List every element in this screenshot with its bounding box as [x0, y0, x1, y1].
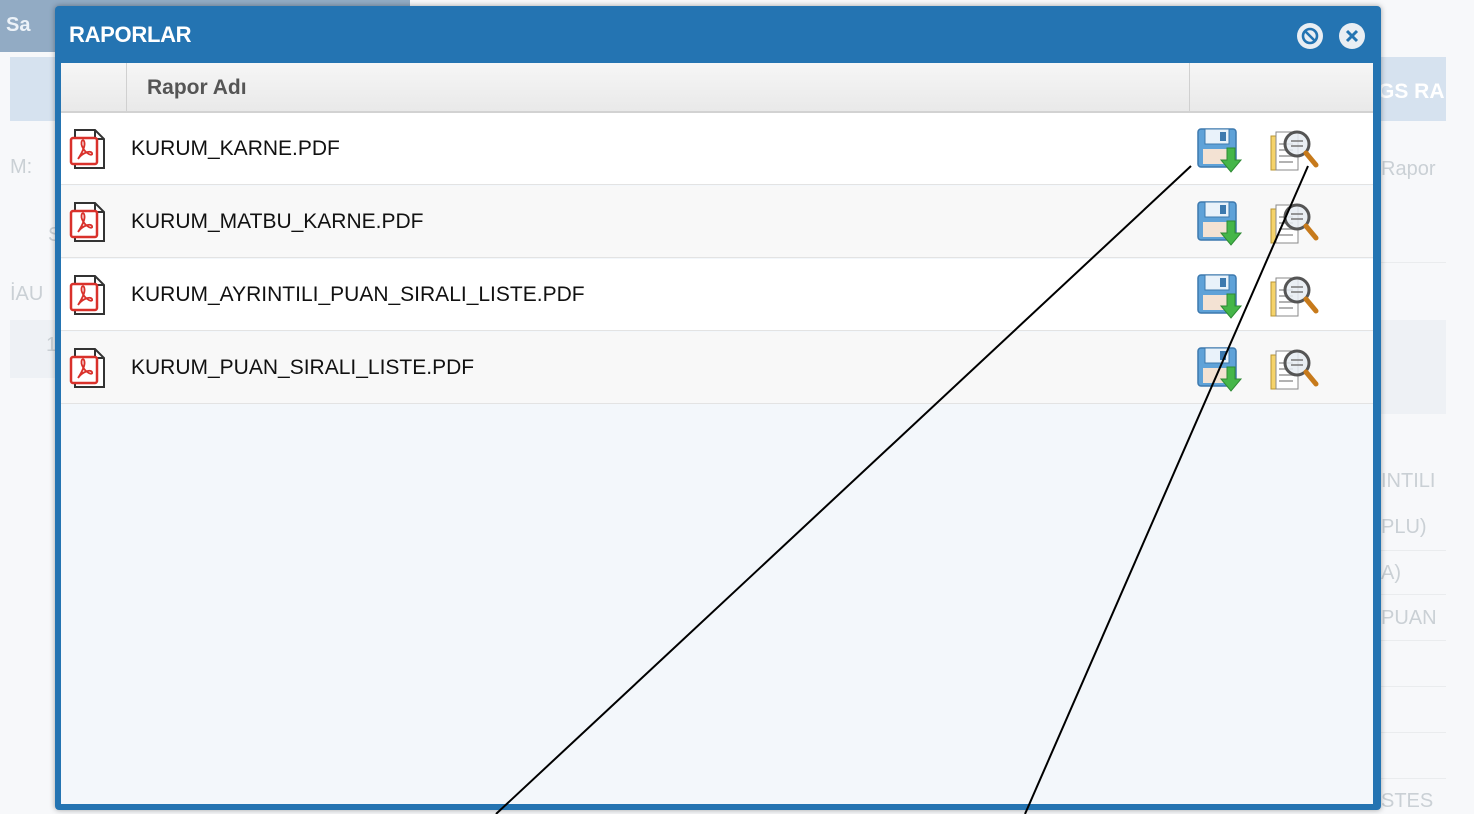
close-button[interactable] — [1339, 23, 1365, 49]
reports-dialog: RAPORLAR Rapor Adı KURUM_KARNE.PDF KURUM… — [55, 6, 1381, 810]
report-file-name[interactable]: KURUM_KARNE.PDF — [131, 137, 340, 161]
document-magnifier-icon[interactable] — [1267, 343, 1319, 395]
column-separator — [1189, 63, 1190, 111]
document-magnifier-icon[interactable] — [1267, 270, 1319, 322]
pdf-file-icon — [69, 348, 105, 388]
column-header-rapor-adi[interactable]: Rapor Adı — [147, 76, 247, 100]
dialog-content: Rapor Adı KURUM_KARNE.PDF KURUM_MATBU_KA… — [61, 63, 1373, 804]
report-row[interactable]: KURUM_PUAN_SIRALI_LISTE.PDF — [61, 332, 1373, 404]
report-file-name[interactable]: KURUM_PUAN_SIRALI_LISTE.PDF — [131, 356, 474, 380]
pdf-file-icon — [69, 275, 105, 315]
pdf-file-icon — [69, 129, 105, 169]
document-magnifier-icon[interactable] — [1267, 124, 1319, 176]
report-file-name[interactable]: KURUM_AYRINTILI_PUAN_SIRALI_LISTE.PDF — [131, 283, 585, 307]
report-row[interactable]: KURUM_MATBU_KARNE.PDF — [61, 186, 1373, 258]
dialog-titlebar[interactable]: RAPORLAR — [55, 6, 1381, 62]
save-download-icon[interactable] — [1195, 343, 1247, 395]
minimize-circle-icon — [1301, 27, 1319, 45]
save-download-icon[interactable] — [1195, 124, 1247, 176]
dialog-title: RAPORLAR — [69, 22, 192, 47]
save-download-icon[interactable] — [1195, 270, 1247, 322]
pdf-file-icon — [69, 202, 105, 242]
grid-header: Rapor Adı — [61, 63, 1373, 113]
report-row[interactable]: KURUM_KARNE.PDF — [61, 113, 1373, 185]
save-download-icon[interactable] — [1195, 197, 1247, 249]
minimize-button[interactable] — [1297, 23, 1323, 49]
report-file-name[interactable]: KURUM_MATBU_KARNE.PDF — [131, 210, 423, 234]
report-row[interactable]: KURUM_AYRINTILI_PUAN_SIRALI_LISTE.PDF — [61, 259, 1373, 331]
document-magnifier-icon[interactable] — [1267, 197, 1319, 249]
column-separator — [126, 63, 127, 111]
close-circle-icon — [1345, 29, 1359, 43]
